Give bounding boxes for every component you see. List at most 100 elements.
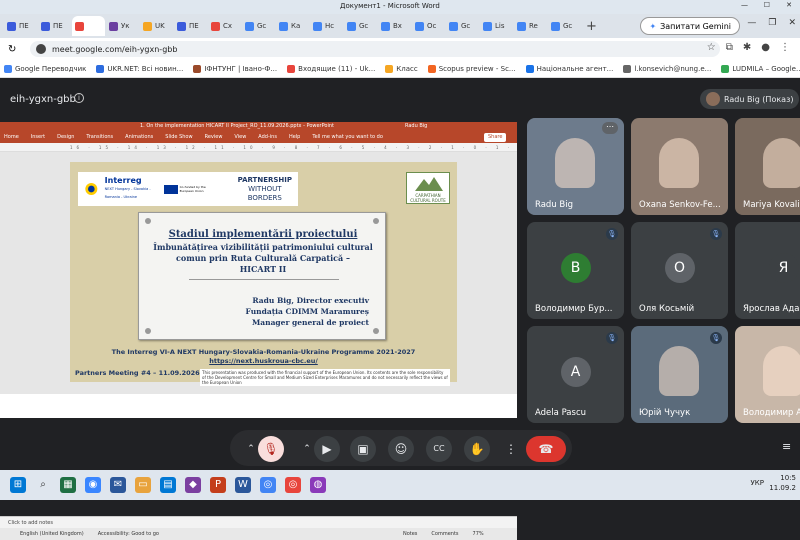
bookmark-item[interactable]: Класс bbox=[385, 64, 418, 73]
browser-tab[interactable]: Re bbox=[514, 16, 547, 36]
minimize-icon[interactable]: — bbox=[747, 18, 756, 28]
more-options-icon[interactable]: ⋯ bbox=[602, 122, 618, 134]
chrome-profile-icon[interactable]: ◎ bbox=[285, 477, 301, 493]
minimize-button[interactable]: — bbox=[741, 1, 748, 9]
chrome-icon[interactable]: ◎ bbox=[260, 477, 276, 493]
bookmark-item[interactable]: LUDMILA – Google... bbox=[721, 64, 800, 73]
ppt-ribbon-tab[interactable]: Add-ins bbox=[258, 134, 277, 140]
end-call-button[interactable]: ☎ bbox=[526, 436, 566, 462]
participant-tile[interactable]: Radu Big ⋯ bbox=[527, 118, 624, 215]
interreg-logo-panel: Interreg NEXT Hungary - Slovakia - Roman… bbox=[78, 172, 298, 206]
bookmark-item[interactable]: Входящие (11) - Uk... bbox=[287, 64, 375, 73]
browser-tab[interactable]: Lis bbox=[480, 16, 513, 36]
restore-icon[interactable]: ❐ bbox=[768, 18, 776, 28]
ppt-ribbon-tab[interactable]: Insert bbox=[31, 134, 45, 140]
close-window-button[interactable]: ✕ bbox=[786, 1, 792, 9]
present-button[interactable]: ▣ bbox=[350, 436, 376, 462]
windows-start-icon[interactable]: ⊞ bbox=[10, 477, 26, 493]
profile-icon[interactable]: ● bbox=[761, 42, 770, 53]
browser-tab[interactable]: Gc bbox=[446, 16, 479, 36]
participant-tile[interactable]: 🎙 Юрій Чучук bbox=[631, 326, 728, 423]
bookmark-item[interactable]: ІФНТУНГ | Івано-Ф... bbox=[193, 64, 277, 73]
ppt-ribbon-tab[interactable]: Help bbox=[289, 134, 300, 140]
edge-icon[interactable]: ◉ bbox=[85, 477, 101, 493]
url-bar[interactable]: meet.google.com/eih-ygxn-gbb bbox=[30, 41, 720, 57]
word-icon[interactable]: W bbox=[235, 477, 251, 493]
ppt-ribbon-tab[interactable]: Review bbox=[205, 134, 223, 140]
gemini-button[interactable]: ✦ Запитати Gemini bbox=[640, 17, 740, 35]
mail-icon[interactable]: ✉ bbox=[110, 477, 126, 493]
bookmark-item[interactable]: UKR.NET: Всі новин... bbox=[96, 64, 183, 73]
ppt-ribbon-tab[interactable]: Home bbox=[4, 134, 19, 140]
site-info-icon[interactable] bbox=[36, 44, 46, 54]
ppt-notes[interactable]: Click to add notes bbox=[0, 516, 517, 528]
mic-off-button[interactable]: 🎙 bbox=[258, 436, 284, 462]
ppt-ribbon-tab[interactable]: View bbox=[234, 134, 246, 140]
browser-tab[interactable]: Сх bbox=[208, 16, 241, 36]
browser-tab[interactable]: Вх bbox=[378, 16, 411, 36]
tab-favicon-icon bbox=[245, 21, 254, 31]
extension-icon[interactable]: ⧉ bbox=[726, 42, 733, 53]
maximize-button[interactable]: ☐ bbox=[764, 1, 770, 9]
participant-tile[interactable]: В 🎙 Володимир Бур... bbox=[527, 222, 624, 319]
participant-tile[interactable]: Володимир А... bbox=[735, 326, 800, 423]
star-icon[interactable]: ☆ bbox=[707, 42, 716, 53]
bookmark-item[interactable]: Scopus preview - Sc... bbox=[427, 64, 516, 73]
participant-tile[interactable]: A 🎙 Adela Pascu bbox=[527, 326, 624, 423]
search-icon[interactable]: ⌕ bbox=[35, 477, 51, 493]
viber-icon[interactable]: ◍ bbox=[310, 477, 326, 493]
more-options-button[interactable]: ⋮ bbox=[498, 436, 524, 462]
browser-tab[interactable]: ПЕ bbox=[38, 16, 71, 36]
participant-tile[interactable]: Oxana Senkov-Fe... bbox=[631, 118, 728, 215]
tab-favicon-icon bbox=[41, 21, 50, 31]
bookmark-item[interactable]: l.konsevich@nung.e... bbox=[623, 64, 711, 73]
explorer-icon[interactable]: ▭ bbox=[135, 477, 151, 493]
lang-indicator[interactable]: УКР bbox=[751, 478, 764, 488]
participant-tile[interactable]: О 🎙 Оля Косьмій bbox=[631, 222, 728, 319]
tab-label: Вх bbox=[393, 22, 402, 30]
browser-tab[interactable]: Ос bbox=[412, 16, 445, 36]
info-icon[interactable]: i bbox=[74, 93, 84, 103]
tab-favicon-icon bbox=[143, 21, 152, 31]
bookmark-item[interactable]: Національне агент... bbox=[525, 64, 613, 73]
bookmark-icon bbox=[623, 64, 632, 73]
store-icon[interactable]: ▤ bbox=[160, 477, 176, 493]
bookmark-item[interactable]: Google Переводчик bbox=[4, 64, 86, 73]
more-icon[interactable]: ≡ bbox=[782, 440, 791, 453]
browser-tab[interactable]: Ка bbox=[276, 16, 309, 36]
raise-hand-button[interactable]: ✋ bbox=[464, 436, 490, 462]
puzzle-icon[interactable]: ✱ bbox=[743, 42, 751, 53]
participant-tile[interactable]: Mariya Kovaliv bbox=[735, 118, 800, 215]
browser-tab[interactable] bbox=[72, 16, 105, 36]
app-icon[interactable]: ◆ bbox=[185, 477, 201, 493]
camera-button[interactable]: ▶ bbox=[314, 436, 340, 462]
powerpoint-icon[interactable]: P bbox=[210, 477, 226, 493]
browser-tab[interactable]: ПЕ bbox=[174, 16, 207, 36]
new-tab-button[interactable]: + bbox=[586, 19, 597, 34]
ppt-ribbon-tab[interactable]: Slide Show bbox=[165, 134, 192, 140]
programme-text: The Interreg VI-A NEXT Hungary-Slovakia-… bbox=[70, 348, 457, 366]
ppt-ribbon-tab[interactable]: Tell me what you want to do bbox=[312, 134, 383, 140]
browser-tab[interactable]: Нс bbox=[310, 16, 343, 36]
browser-tab[interactable]: ПЕ bbox=[4, 16, 37, 36]
browser-tab[interactable]: UK bbox=[140, 16, 173, 36]
ppt-share-button[interactable]: Share bbox=[484, 133, 507, 142]
eu-flag-icon bbox=[163, 184, 178, 194]
ppt-ribbon-tab[interactable]: Animations bbox=[125, 134, 153, 140]
browser-tab[interactable]: Ук bbox=[106, 16, 139, 36]
presenter-chip[interactable]: Radu Big (Показ) bbox=[700, 89, 800, 109]
close-icon[interactable]: ✕ bbox=[788, 18, 796, 28]
browser-tab[interactable]: Gc bbox=[344, 16, 377, 36]
browser-tab[interactable]: Gc bbox=[242, 16, 275, 36]
browser-tab[interactable]: Gc bbox=[548, 16, 581, 36]
reload-icon[interactable]: ↻ bbox=[8, 44, 16, 55]
participant-tile[interactable]: Я🎙Ярослав Адам... bbox=[735, 222, 800, 319]
programme-link[interactable]: https://next.huskroua-cbc.eu/ bbox=[70, 357, 457, 366]
captions-button[interactable]: CC bbox=[426, 436, 452, 462]
ppt-status-item: English (United Kingdom) bbox=[20, 531, 84, 537]
menu-icon[interactable]: ⋮ bbox=[780, 42, 790, 53]
ppt-ribbon-tab[interactable]: Design bbox=[57, 134, 74, 140]
taskview-icon[interactable]: ▦ bbox=[60, 477, 76, 493]
ppt-ribbon-tab[interactable]: Transitions bbox=[86, 134, 113, 140]
emoji-button[interactable]: ☺ bbox=[388, 436, 414, 462]
